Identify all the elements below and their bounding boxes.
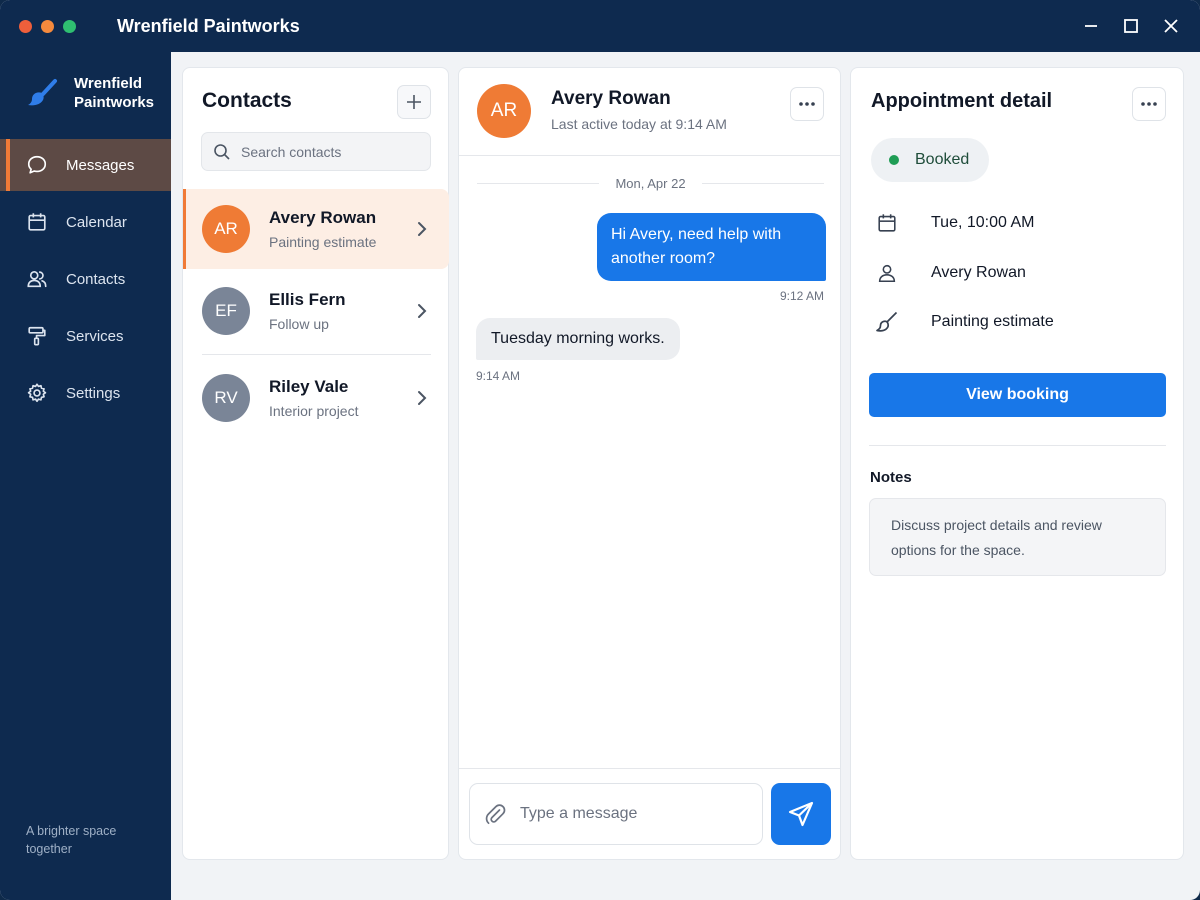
close-button[interactable] xyxy=(1156,11,1186,41)
status-badge: Booked xyxy=(871,138,990,182)
appointment-time: Tue, 10:00 AM xyxy=(931,214,1035,231)
message-input[interactable] xyxy=(520,805,750,823)
sidebar-item-calendar[interactable]: Calendar xyxy=(0,196,171,248)
gear-icon xyxy=(26,382,48,404)
paperclip-icon[interactable] xyxy=(484,802,506,826)
notes-text: Discuss project details and review optio… xyxy=(869,498,1166,576)
chat-bubble-icon xyxy=(26,154,48,176)
person-icon xyxy=(875,261,899,285)
chevron-right-icon xyxy=(413,220,431,238)
contact-subtitle: Follow up xyxy=(269,316,329,332)
sidebar-item-label: Messages xyxy=(66,156,135,174)
people-icon xyxy=(26,268,48,290)
avatar: AR xyxy=(477,84,531,138)
chevron-right-icon xyxy=(413,302,431,320)
sidebar-item-contacts[interactable]: Contacts xyxy=(0,253,171,305)
divider xyxy=(202,354,431,355)
sidebar-item-services[interactable]: Services xyxy=(0,310,171,362)
contact-subtitle: Painting estimate xyxy=(269,234,377,250)
chat-contact-name: Avery Rowan xyxy=(551,88,671,109)
appointment-title: Appointment detail xyxy=(871,90,1053,112)
brand[interactable]: Wrenfield Paintworks xyxy=(26,74,164,112)
traffic-lights xyxy=(19,19,76,33)
appointment-client: Avery Rowan xyxy=(931,264,1026,281)
chat-more-button[interactable] xyxy=(790,87,824,121)
add-contact-button[interactable] xyxy=(397,85,431,119)
view-booking-button[interactable]: View booking xyxy=(869,373,1166,417)
search-input[interactable] xyxy=(241,143,421,160)
more-dots-icon xyxy=(799,102,815,106)
search-icon xyxy=(214,143,230,160)
sidebar-nav: Messages Calendar Contacts Services Sett… xyxy=(0,139,171,424)
chat-panel: AR Avery Rowan Last active today at 9:14… xyxy=(458,67,841,860)
close-icon xyxy=(1164,19,1178,33)
status-label: Booked xyxy=(915,151,970,168)
divider xyxy=(869,445,1166,446)
contacts-title: Contacts xyxy=(202,89,292,112)
title-bar: Wrenfield Paintworks xyxy=(0,0,1200,52)
avatar: EF xyxy=(202,287,250,335)
message-input-box xyxy=(469,783,763,845)
minimize-dot[interactable] xyxy=(41,19,54,33)
sidebar-item-label: Settings xyxy=(66,384,121,402)
incoming-message: Tuesday morning works. xyxy=(476,318,680,360)
chat-status: Last active today at 9:14 AM xyxy=(551,116,727,132)
app-window: Wrenfield Paintworks Wrenfield Paintwork… xyxy=(0,0,1200,900)
appointment-panel: Appointment detail Booked Tue, 10:00 AM … xyxy=(850,67,1184,860)
outgoing-message: Hi Avery, need help with another room? xyxy=(597,213,826,281)
appointment-service-row: Painting estimate xyxy=(875,310,1054,334)
sidebar: Wrenfield Paintworks Messages Calendar C… xyxy=(0,52,171,900)
contacts-search xyxy=(201,132,431,171)
minimize-icon xyxy=(1085,25,1097,27)
sidebar-item-settings[interactable]: Settings xyxy=(0,367,171,419)
maximize-button[interactable] xyxy=(1116,11,1146,41)
chat-header: AR Avery Rowan Last active today at 9:14… xyxy=(459,68,840,156)
tagline: A brighter space together xyxy=(26,824,117,856)
notes-label: Notes xyxy=(870,469,912,486)
contact-name: Ellis Fern xyxy=(269,290,346,309)
maximize-icon xyxy=(1124,19,1138,33)
contact-row[interactable]: AR Avery Rowan Painting estimate xyxy=(183,189,449,269)
appointment-time-row: Tue, 10:00 AM xyxy=(875,211,1034,235)
contact-row[interactable]: RV Riley Vale Interior project xyxy=(183,358,449,438)
date-separator-label: Mon, Apr 22 xyxy=(615,176,686,191)
paint-roller-icon xyxy=(26,325,48,347)
zoom-dot[interactable] xyxy=(63,19,76,33)
contacts-panel: Contacts AR Avery Rowan Painting estimat… xyxy=(182,67,449,860)
calendar-icon xyxy=(26,211,48,233)
sidebar-item-label: Calendar xyxy=(66,213,127,231)
sidebar-item-label: Contacts xyxy=(66,270,126,288)
date-separator: Mon, Apr 22 xyxy=(477,176,825,191)
appointment-service: Painting estimate xyxy=(931,313,1054,330)
chevron-right-icon xyxy=(413,389,431,407)
window-title: Wrenfield Paintworks xyxy=(117,15,300,36)
paintbrush-logo-icon xyxy=(28,79,57,106)
message-composer xyxy=(459,768,840,859)
message-time: 9:12 AM xyxy=(779,289,824,303)
avatar: RV xyxy=(202,374,250,422)
brand-name: Wrenfield Paintworks xyxy=(74,75,155,111)
calendar-icon xyxy=(875,211,899,235)
window-controls xyxy=(1076,0,1186,52)
sidebar-item-label: Services xyxy=(66,327,124,345)
plus-icon xyxy=(407,95,421,109)
minimize-button[interactable] xyxy=(1076,11,1106,41)
status-dot xyxy=(889,155,899,165)
message-time: 9:14 AM xyxy=(476,369,521,383)
appointment-more-button[interactable] xyxy=(1132,87,1166,121)
send-icon xyxy=(788,801,814,827)
more-dots-icon xyxy=(1141,102,1157,106)
paintbrush-icon xyxy=(875,310,899,334)
contact-name: Avery Rowan xyxy=(269,208,377,227)
send-button[interactable] xyxy=(771,783,831,845)
appointment-client-row: Avery Rowan xyxy=(875,261,1026,285)
sidebar-item-messages[interactable]: Messages xyxy=(0,139,171,191)
contact-subtitle: Interior project xyxy=(269,403,359,419)
avatar: AR xyxy=(202,205,250,253)
contact-row[interactable]: EF Ellis Fern Follow up xyxy=(183,271,449,351)
close-dot[interactable] xyxy=(19,19,32,33)
contact-name: Riley Vale xyxy=(269,377,349,396)
